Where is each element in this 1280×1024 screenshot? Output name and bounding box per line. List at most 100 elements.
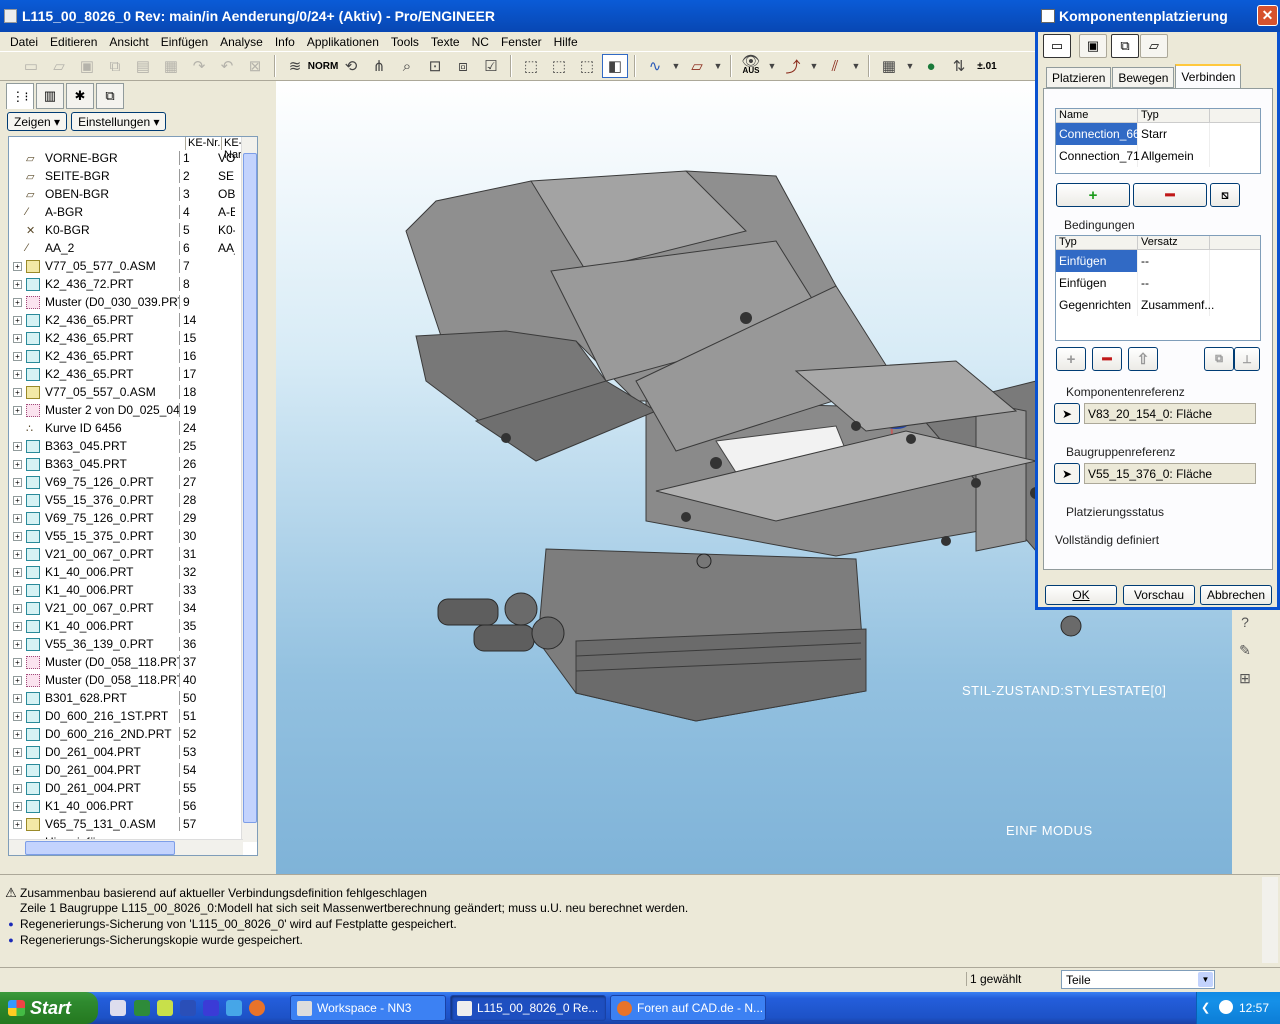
grid-icon[interactable]: ▦ <box>876 54 902 78</box>
connections-tab-icon[interactable]: ⧉ <box>96 83 124 109</box>
expand-icon[interactable]: + <box>13 315 22 325</box>
expand-icon[interactable]: + <box>13 765 22 775</box>
tree-row[interactable]: + V55_36_139_0.PRT 36 <box>9 635 243 653</box>
tree-row[interactable]: + K2_436_65.PRT 15 <box>9 329 243 347</box>
outlook-icon[interactable] <box>110 1000 126 1016</box>
tree-row[interactable]: + V69_75_126_0.PRT 29 <box>9 509 243 527</box>
table-row[interactable]: Connection_71 Allgemein <box>1056 145 1260 167</box>
tolerance-icon[interactable]: ±.01 <box>974 54 1000 78</box>
menu-analyse[interactable]: Analyse <box>214 35 269 49</box>
expand-icon[interactable]: + <box>13 405 22 415</box>
tree-row[interactable]: ▱ SEITE-BGR 2SEI <box>9 167 243 185</box>
menu-info[interactable]: Info <box>269 35 301 49</box>
placement-view-icon[interactable]: ▭ <box>1043 34 1071 58</box>
tree-row[interactable]: + B363_045.PRT 25 <box>9 437 243 455</box>
dimension-icon[interactable]: ⇅ <box>946 54 972 78</box>
tab-verbinden[interactable]: Verbinden <box>1175 64 1242 88</box>
remove-condition-button[interactable]: ━ <box>1092 347 1122 371</box>
datum-axis-icon[interactable]: ⋔ <box>366 54 392 78</box>
expand-icon[interactable]: + <box>13 729 22 739</box>
wireframe-icon[interactable]: ⬚ <box>518 54 544 78</box>
chevron-down-icon[interactable]: ▼ <box>904 54 916 78</box>
table-row[interactable]: Connection_66 Starr <box>1056 123 1260 145</box>
save-icon[interactable]: ▣ <box>74 54 100 78</box>
tree-row[interactable]: + D0_261_004.PRT 54 <box>9 761 243 779</box>
tree-row[interactable]: + K2_436_65.PRT 17 <box>9 365 243 383</box>
no-hidden-icon[interactable]: ⬚ <box>574 54 600 78</box>
spin-icon[interactable]: ⟲ <box>338 54 364 78</box>
tree-row[interactable]: + V65_75_131_0.ASM 57 <box>9 815 243 833</box>
tree-row[interactable]: + V77_05_557_0.ASM 18 <box>9 383 243 401</box>
task-workspace[interactable]: Workspace - NN3 <box>290 995 446 1021</box>
menu-einfuegen[interactable]: Einfügen <box>155 35 214 49</box>
tray-app-icon[interactable] <box>1219 1000 1233 1014</box>
redo-icon[interactable]: ↷ <box>186 54 212 78</box>
tree-row[interactable]: + V55_15_375_0.PRT 30 <box>9 527 243 545</box>
chevron-down-icon[interactable]: ▼ <box>766 54 778 78</box>
hidden-line-icon[interactable]: ⬚ <box>546 54 572 78</box>
help-icon[interactable]: ? <box>1234 611 1256 633</box>
conditions-table[interactable]: Typ Versatz Einfügen -- Einfügen -- Gege… <box>1055 235 1261 341</box>
zoom-out-icon[interactable]: ⊡ <box>422 54 448 78</box>
model-tree-tab-icon[interactable]: ⋮⁝ <box>6 83 34 109</box>
task-proengineer[interactable]: L115_00_8026_0 Re... <box>450 995 606 1021</box>
menu-editieren[interactable]: Editieren <box>44 35 103 49</box>
show-menu-button[interactable]: Zeigen ▾ <box>7 112 68 131</box>
tree-row[interactable]: + Muster (D0_058_118.PRT) 37 <box>9 653 243 671</box>
tree-row[interactable]: ∴ Kurve ID 6456 24 <box>9 419 243 437</box>
start-button[interactable]: Start <box>0 992 98 1024</box>
toggle-constraint-button[interactable]: ⊥ <box>1234 347 1260 371</box>
chevron-down-icon[interactable]: ▼ <box>808 54 820 78</box>
layers-icon[interactable]: ≋ <box>282 54 308 78</box>
tree-row[interactable]: + Muster 2 von D0_025_041. 19 <box>9 401 243 419</box>
paste-icon[interactable]: ▤ <box>130 54 156 78</box>
tree-row[interactable]: + V21_00_067_0.PRT 31 <box>9 545 243 563</box>
word-icon[interactable] <box>180 1000 196 1016</box>
tray-expand-icon[interactable]: ❮ <box>1201 1001 1210 1014</box>
tree-row[interactable]: + V21_00_067_0.PRT 34 <box>9 599 243 617</box>
firefox-icon[interactable] <box>249 1000 265 1016</box>
tree-row[interactable]: ▱ VORNE-BGR 1VOI <box>9 149 243 167</box>
tree-row[interactable]: + K1_40_006.PRT 33 <box>9 581 243 599</box>
menu-datei[interactable]: Datei <box>4 35 44 49</box>
tree-row[interactable]: + K1_40_006.PRT 35 <box>9 617 243 635</box>
view-manager-icon[interactable]: ⧈ <box>450 54 476 78</box>
select-arrow-icon[interactable]: ➤ <box>1054 463 1080 484</box>
visibility-icon[interactable]: 👁 AUS <box>738 54 764 78</box>
task-firefox[interactable]: Foren auf CAD.de - N... <box>610 995 766 1021</box>
shading-icon[interactable]: ◧ <box>602 54 628 78</box>
tree-row[interactable]: + D0_600_216_2ND.PRT 52 <box>9 725 243 743</box>
expand-icon[interactable]: + <box>13 711 22 721</box>
app-quicklaunch-icon[interactable] <box>157 1000 173 1016</box>
expand-icon[interactable]: + <box>13 477 22 487</box>
internet-explorer-icon[interactable] <box>226 1000 242 1016</box>
zoom-in-icon[interactable]: ⌕ <box>394 54 420 78</box>
sketch-tool-icon[interactable]: ✎ <box>1234 639 1256 661</box>
remove-connection-button[interactable]: ━ <box>1133 183 1207 207</box>
select-arrow-icon[interactable]: ➤ <box>1054 403 1080 424</box>
expand-icon[interactable]: + <box>13 783 22 793</box>
settings-menu-button[interactable]: Einstellungen ▾ <box>71 112 167 131</box>
panel-splitter[interactable] <box>260 81 276 874</box>
copy-icon[interactable]: ⧉ <box>102 54 128 78</box>
table-row[interactable]: Einfügen -- <box>1056 272 1260 294</box>
flip-constraint-button[interactable]: ⧉ <box>1204 347 1234 371</box>
globe-icon[interactable]: ● <box>918 54 944 78</box>
menu-applikationen[interactable]: Applikationen <box>301 35 385 49</box>
dialog-title-bar[interactable]: Komponentenplatzierung ✕ <box>1035 0 1280 32</box>
add-condition-button[interactable]: + <box>1056 347 1086 371</box>
chevron-down-icon[interactable]: ▼ <box>1198 972 1213 987</box>
message-scrollbar[interactable] <box>1262 877 1278 963</box>
quicklaunch-icon[interactable] <box>203 1000 219 1016</box>
plane-sketch-icon[interactable]: ⫽ <box>822 54 848 78</box>
tree-row[interactable]: + B301_628.PRT 50 <box>9 689 243 707</box>
open-file-icon[interactable]: ▱ <box>1140 34 1168 58</box>
expand-icon[interactable]: + <box>13 693 22 703</box>
expand-icon[interactable]: + <box>13 639 22 649</box>
tree-row[interactable]: + Muster (D0_030_039.PRT) 9 <box>9 293 243 311</box>
cancel-button[interactable]: Abbrechen <box>1200 585 1272 605</box>
move-up-button[interactable]: ⇧ <box>1128 347 1158 371</box>
new-icon[interactable]: ▭ <box>18 54 44 78</box>
expand-icon[interactable]: + <box>13 297 22 307</box>
menu-hilfe[interactable]: Hilfe <box>548 35 584 49</box>
